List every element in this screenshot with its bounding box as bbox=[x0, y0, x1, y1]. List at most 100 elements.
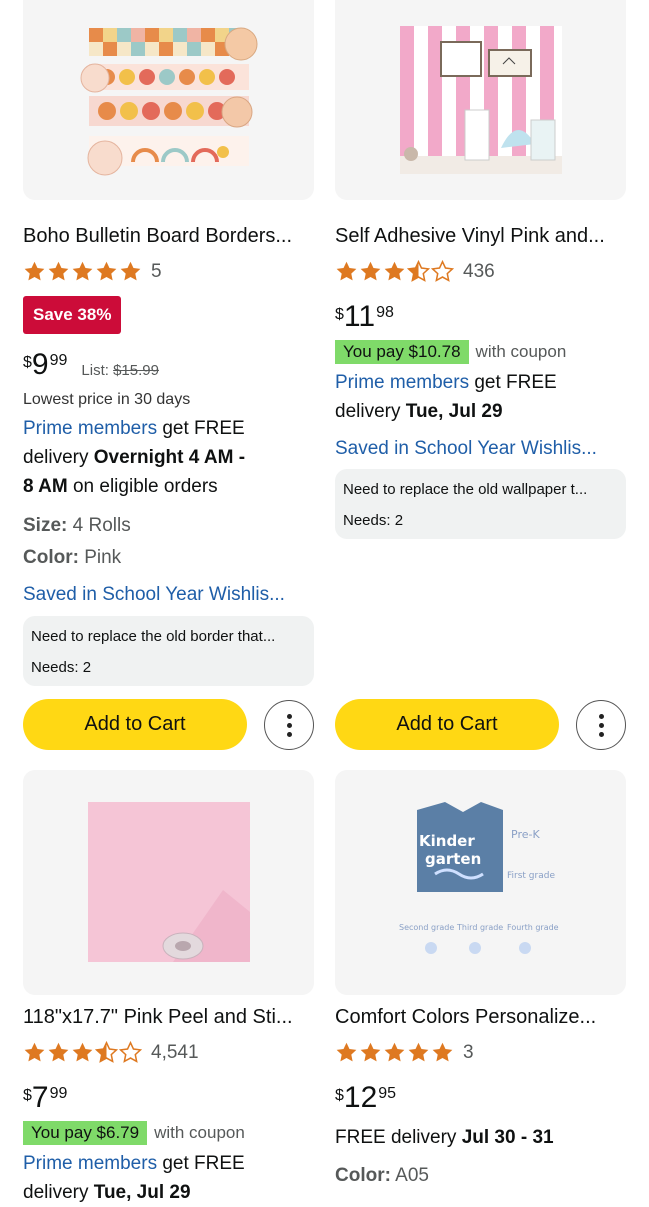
note-text: Need to replace the old border that... bbox=[31, 628, 276, 645]
delivery-date: Tue, Jul 29 bbox=[405, 401, 503, 422]
star-icon bbox=[359, 1041, 382, 1064]
shirt-text-small-2: First grade bbox=[507, 871, 555, 881]
price-currency: $ bbox=[23, 354, 32, 371]
bulletin-borders-image bbox=[80, 27, 258, 176]
delivery-info-2: 8 AM on eligible orders bbox=[23, 472, 218, 501]
coupon: You pay $6.79 with coupon bbox=[23, 1121, 245, 1145]
shirt-text-main-1: Kinder bbox=[419, 832, 475, 850]
price-currency: $ bbox=[23, 1087, 32, 1104]
prime-members-link[interactable]: Prime members bbox=[23, 418, 157, 439]
add-to-cart-button[interactable]: Add to Cart bbox=[335, 699, 559, 750]
color-label: Color: bbox=[23, 547, 79, 568]
saved-list-link[interactable]: Saved in School Year Wishlis... bbox=[335, 434, 626, 463]
prime-delivery: Prime members get FREE bbox=[335, 368, 557, 397]
product-image[interactable] bbox=[335, 0, 626, 200]
price-currency: $ bbox=[335, 306, 344, 323]
prime-rest: get FREE bbox=[469, 372, 557, 393]
price-fraction: 99 bbox=[49, 1085, 68, 1102]
delivery-rest: on eligible orders bbox=[67, 476, 218, 497]
size-row: Size: 4 Rolls bbox=[23, 511, 131, 540]
list-price: List: $15.99 bbox=[81, 362, 159, 379]
price-whole: 7 bbox=[31, 1081, 49, 1114]
price: $ 11 98 bbox=[335, 300, 394, 334]
star-icon bbox=[47, 260, 70, 283]
star-icon bbox=[335, 1041, 358, 1064]
coupon-price: You pay $10.78 bbox=[335, 340, 469, 364]
more-options-icon[interactable] bbox=[576, 700, 626, 750]
star-rating[interactable]: 436 bbox=[335, 260, 495, 283]
product-title[interactable]: Boho Bulletin Board Borders... bbox=[23, 225, 314, 248]
star-icon bbox=[95, 260, 118, 283]
saved-list-link[interactable]: Saved in School Year Wishlis... bbox=[23, 580, 314, 609]
delivery-word: delivery bbox=[335, 401, 406, 422]
lowest-price-note: Lowest price in 30 days bbox=[23, 391, 191, 408]
price-whole: 11 bbox=[343, 300, 376, 333]
star-rating[interactable]: 5 bbox=[23, 260, 162, 283]
add-to-cart-button[interactable]: Add to Cart bbox=[23, 699, 247, 750]
price-fraction: 98 bbox=[376, 304, 394, 321]
color-value: A05 bbox=[395, 1165, 429, 1186]
free-delivery: FREE delivery bbox=[335, 1127, 462, 1148]
star-icon bbox=[119, 260, 142, 283]
rating-count: 4,541 bbox=[151, 1041, 199, 1063]
list-price-value: $15.99 bbox=[113, 362, 159, 379]
product-image[interactable] bbox=[23, 770, 314, 995]
prime-rest: get FREE bbox=[157, 418, 245, 439]
prime-rest: get FREE bbox=[157, 1153, 245, 1174]
delivery-info: delivery Tue, Jul 29 bbox=[23, 1178, 191, 1207]
shirt-text-small-3: Second grade bbox=[399, 923, 454, 932]
delivery-word: delivery bbox=[23, 447, 94, 468]
coupon-price: You pay $6.79 bbox=[23, 1121, 148, 1145]
color-label: Color: bbox=[335, 1165, 391, 1186]
needs-count: Needs: 2 bbox=[343, 512, 404, 529]
product-title[interactable]: 118"x17.7" Pink Peel and Sti... bbox=[23, 1006, 314, 1029]
prime-members-link[interactable]: Prime members bbox=[23, 1153, 157, 1174]
more-options-icon[interactable] bbox=[264, 700, 314, 750]
product-title[interactable]: Comfort Colors Personalize... bbox=[335, 1006, 626, 1029]
color-row: Color: A05 bbox=[335, 1161, 429, 1190]
star-icon bbox=[47, 1041, 70, 1064]
star-rating[interactable]: 3 bbox=[335, 1041, 474, 1064]
coupon: You pay $10.78 with coupon bbox=[335, 340, 566, 364]
price-whole: 12 bbox=[343, 1081, 378, 1114]
product-title[interactable]: Self Adhesive Vinyl Pink and... bbox=[335, 225, 626, 248]
shirt-text-main-2: garten bbox=[425, 850, 481, 868]
delivery-info: delivery Overnight 4 AM - bbox=[23, 443, 245, 472]
star-icon bbox=[71, 1041, 94, 1064]
price-fraction: 95 bbox=[378, 1085, 397, 1102]
star-rating[interactable]: 4,541 bbox=[23, 1041, 199, 1064]
wishlist-note[interactable]: Need to replace the old wallpaper t... N… bbox=[335, 469, 626, 539]
striped-wallpaper-image bbox=[400, 26, 562, 174]
save-badge: Save 38% bbox=[23, 296, 122, 334]
price: $ 9 99 List: $15.99 bbox=[23, 348, 159, 382]
shirt-text-small-5: Fourth grade bbox=[507, 923, 559, 932]
product-image[interactable] bbox=[23, 0, 314, 200]
star-icon bbox=[383, 1041, 406, 1064]
shirt-text-small-4: Third grade bbox=[456, 923, 503, 932]
star-icon bbox=[95, 1041, 118, 1064]
pink-roll-image bbox=[88, 802, 250, 962]
star-icon bbox=[383, 260, 406, 283]
coupon-label: with coupon bbox=[154, 1123, 245, 1142]
star-icon bbox=[23, 1041, 46, 1064]
coupon-label: with coupon bbox=[475, 342, 567, 361]
delivery-info: delivery Tue, Jul 29 bbox=[335, 397, 503, 426]
prime-delivery: Prime members get FREE bbox=[23, 414, 245, 443]
needs-count: Needs: 2 bbox=[31, 659, 92, 676]
star-icon bbox=[407, 260, 430, 283]
shirt-text-small-1: Pre-K bbox=[511, 828, 540, 841]
product-image[interactable]: Kinder garten Pre-K First grade Second g… bbox=[335, 770, 626, 995]
color-value: Pink bbox=[84, 547, 122, 568]
star-icon bbox=[407, 1041, 430, 1064]
tshirt-image: Kinder garten Pre-K First grade Second g… bbox=[399, 802, 559, 954]
delivery-info: FREE delivery Jul 30 - 31 bbox=[335, 1123, 554, 1152]
wishlist-note[interactable]: Need to replace the old border that... N… bbox=[23, 616, 314, 686]
color-row: Color: Pink bbox=[23, 543, 121, 572]
price-fraction: 99 bbox=[49, 352, 68, 369]
size-label: Size: bbox=[23, 515, 68, 536]
star-icon bbox=[359, 260, 382, 283]
price: $ 7 99 bbox=[23, 1081, 67, 1115]
delivery-date: Jul 30 - 31 bbox=[461, 1127, 554, 1148]
star-icon bbox=[431, 1041, 454, 1064]
prime-members-link[interactable]: Prime members bbox=[335, 372, 469, 393]
